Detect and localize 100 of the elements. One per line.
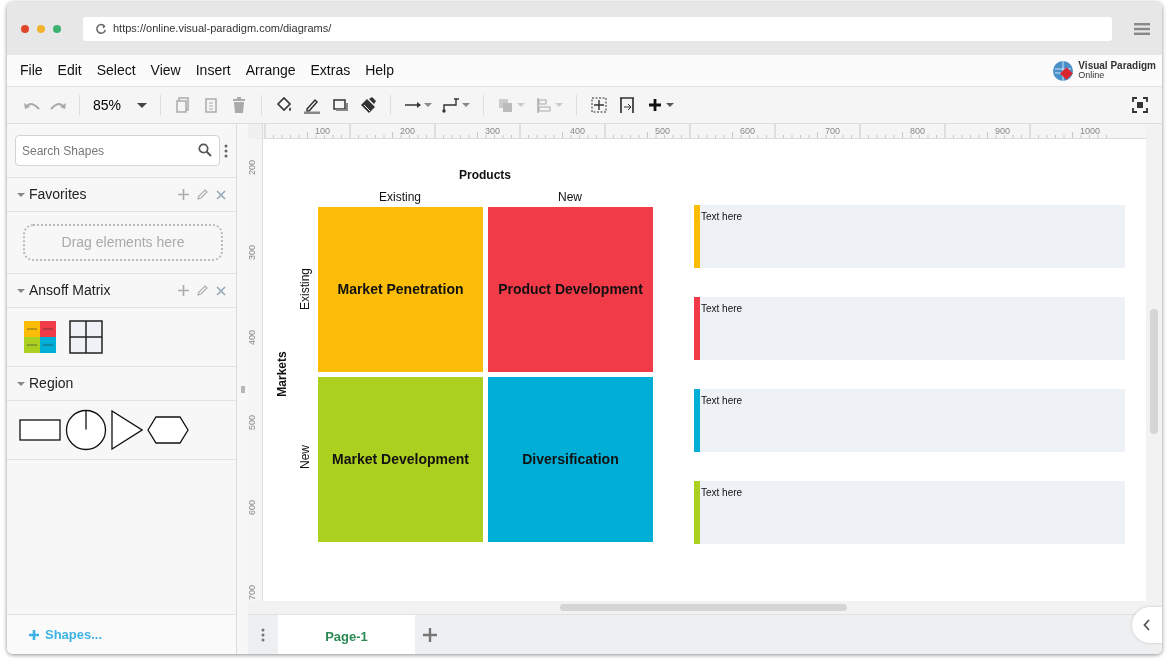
section-header[interactable]: Favorites — [7, 178, 236, 212]
caret-icon — [555, 103, 564, 107]
window-dot — [37, 24, 45, 33]
align-icon — [535, 96, 554, 114]
caret-icon — [517, 103, 526, 107]
close-icon[interactable] — [216, 189, 226, 200]
collapse-icon[interactable] — [17, 286, 25, 295]
ruler-label: 400 — [248, 330, 257, 345]
section-title: Favorites — [29, 185, 87, 204]
quadrant: Market Penetration — [318, 207, 483, 372]
line-color-icon — [303, 96, 322, 114]
ruler-label: 200 — [400, 127, 416, 136]
ruler-label: 300 — [248, 245, 257, 260]
menu-item[interactable]: Edit — [52, 60, 87, 81]
edit-icon[interactable] — [197, 189, 208, 200]
ruler-label: 200 — [248, 160, 257, 175]
quadrant: Diversification — [488, 377, 653, 542]
search-icon[interactable] — [198, 143, 212, 157]
section-title: Region — [29, 374, 74, 393]
menu-item[interactable]: Extras — [305, 60, 356, 81]
ruler-label: 400 — [570, 127, 586, 136]
add-icon[interactable] — [178, 189, 189, 200]
quadrant: Market Development — [318, 377, 483, 542]
caret-icon — [424, 103, 433, 107]
menu-item[interactable]: Help — [360, 60, 399, 81]
caret-icon — [137, 102, 148, 108]
format-brush-icon — [359, 96, 378, 114]
grid-shape-icon[interactable] — [69, 320, 103, 354]
hexagon-shape-icon[interactable] — [147, 416, 189, 444]
axis-title: Products — [459, 167, 511, 184]
section-header[interactable]: Region — [7, 367, 236, 401]
ruler-label: 300 — [485, 127, 501, 136]
section-title: Ansoff Matrix — [29, 281, 111, 300]
ruler-label: 100 — [315, 127, 331, 136]
fit-width-icon — [618, 96, 637, 114]
logo-icon — [1052, 59, 1075, 82]
zoom-dropdown[interactable]: 85% — [90, 94, 151, 116]
plus-icon — [29, 629, 39, 640]
column-label: New — [558, 189, 582, 206]
caret-icon — [666, 103, 675, 107]
search-field[interactable]: Search Shapes — [15, 135, 220, 166]
note-box: Text here — [694, 205, 1125, 268]
circle-shape-icon[interactable] — [65, 409, 107, 451]
window-dot — [21, 24, 29, 33]
rectangle-shape-icon[interactable] — [19, 419, 61, 441]
page-tab[interactable]: Page-1 — [278, 615, 415, 654]
select-all-icon — [590, 96, 609, 114]
edit-icon[interactable] — [197, 285, 208, 296]
axis-title: Markets — [274, 351, 290, 397]
redo-icon — [50, 100, 66, 110]
menu-item[interactable]: File — [15, 60, 48, 81]
fill-bucket-icon — [275, 96, 294, 114]
note-box: Text here — [694, 481, 1125, 544]
url-text: https://online.visual-paradigm.com/diagrams/ — [113, 21, 332, 37]
scrollbar-thumb[interactable] — [560, 604, 847, 611]
menu-item[interactable]: Insert — [190, 60, 236, 81]
row-label: New — [297, 445, 313, 469]
section-header[interactable]: Ansoff Matrix — [7, 274, 236, 308]
waypoint-icon — [442, 96, 461, 114]
more-options-icon — [261, 627, 265, 642]
undo-button[interactable] — [21, 100, 43, 110]
ruler-label: 500 — [655, 127, 671, 136]
collapse-panel-button[interactable] — [1132, 607, 1162, 643]
address-bar[interactable]: https://online.visual-paradigm.com/diagrams/ — [83, 16, 1112, 41]
quadrant: Product Development — [488, 207, 653, 372]
logo-subtext: Online — [1078, 71, 1106, 80]
shadow-icon — [331, 96, 350, 114]
window-dot — [53, 24, 61, 33]
collapse-icon[interactable] — [17, 190, 25, 199]
ruler-label: 600 — [248, 500, 257, 515]
ruler-label: 700 — [248, 585, 257, 600]
scrollbar-thumb[interactable] — [1150, 309, 1158, 434]
close-icon[interactable] — [216, 285, 226, 296]
note-box: Text here — [694, 297, 1125, 360]
caret-icon — [462, 103, 471, 107]
chevron-left-icon — [1143, 619, 1151, 631]
more-options-icon[interactable] — [224, 142, 228, 159]
column-label: Existing — [379, 189, 421, 206]
matrix-shape-icon[interactable] — [23, 320, 57, 354]
note-box: Text here — [694, 389, 1125, 452]
row-label: Existing — [297, 268, 313, 310]
fullscreen-icon — [1131, 96, 1149, 114]
splitter-handle-icon[interactable] — [240, 385, 245, 393]
collapse-icon[interactable] — [17, 379, 25, 388]
reload-icon[interactable] — [95, 22, 107, 35]
ruler-label: 700 — [825, 127, 841, 136]
ruler-label: 500 — [248, 415, 257, 430]
redo-button[interactable] — [47, 100, 69, 110]
triangle-shape-icon[interactable] — [111, 410, 143, 450]
ruler-label: 900 — [995, 127, 1011, 136]
undo-icon — [24, 100, 40, 110]
menu-icon[interactable] — [1134, 22, 1150, 35]
menu-item[interactable]: Arrange — [240, 60, 301, 81]
ruler-label: 1000 — [1080, 127, 1101, 136]
menu-item[interactable]: Select — [91, 60, 141, 81]
menu-item[interactable]: View — [145, 60, 186, 81]
ruler-label: 800 — [910, 127, 926, 136]
ruler-label: 600 — [740, 127, 756, 136]
add-icon[interactable] — [178, 285, 189, 296]
plus-icon — [423, 627, 437, 642]
